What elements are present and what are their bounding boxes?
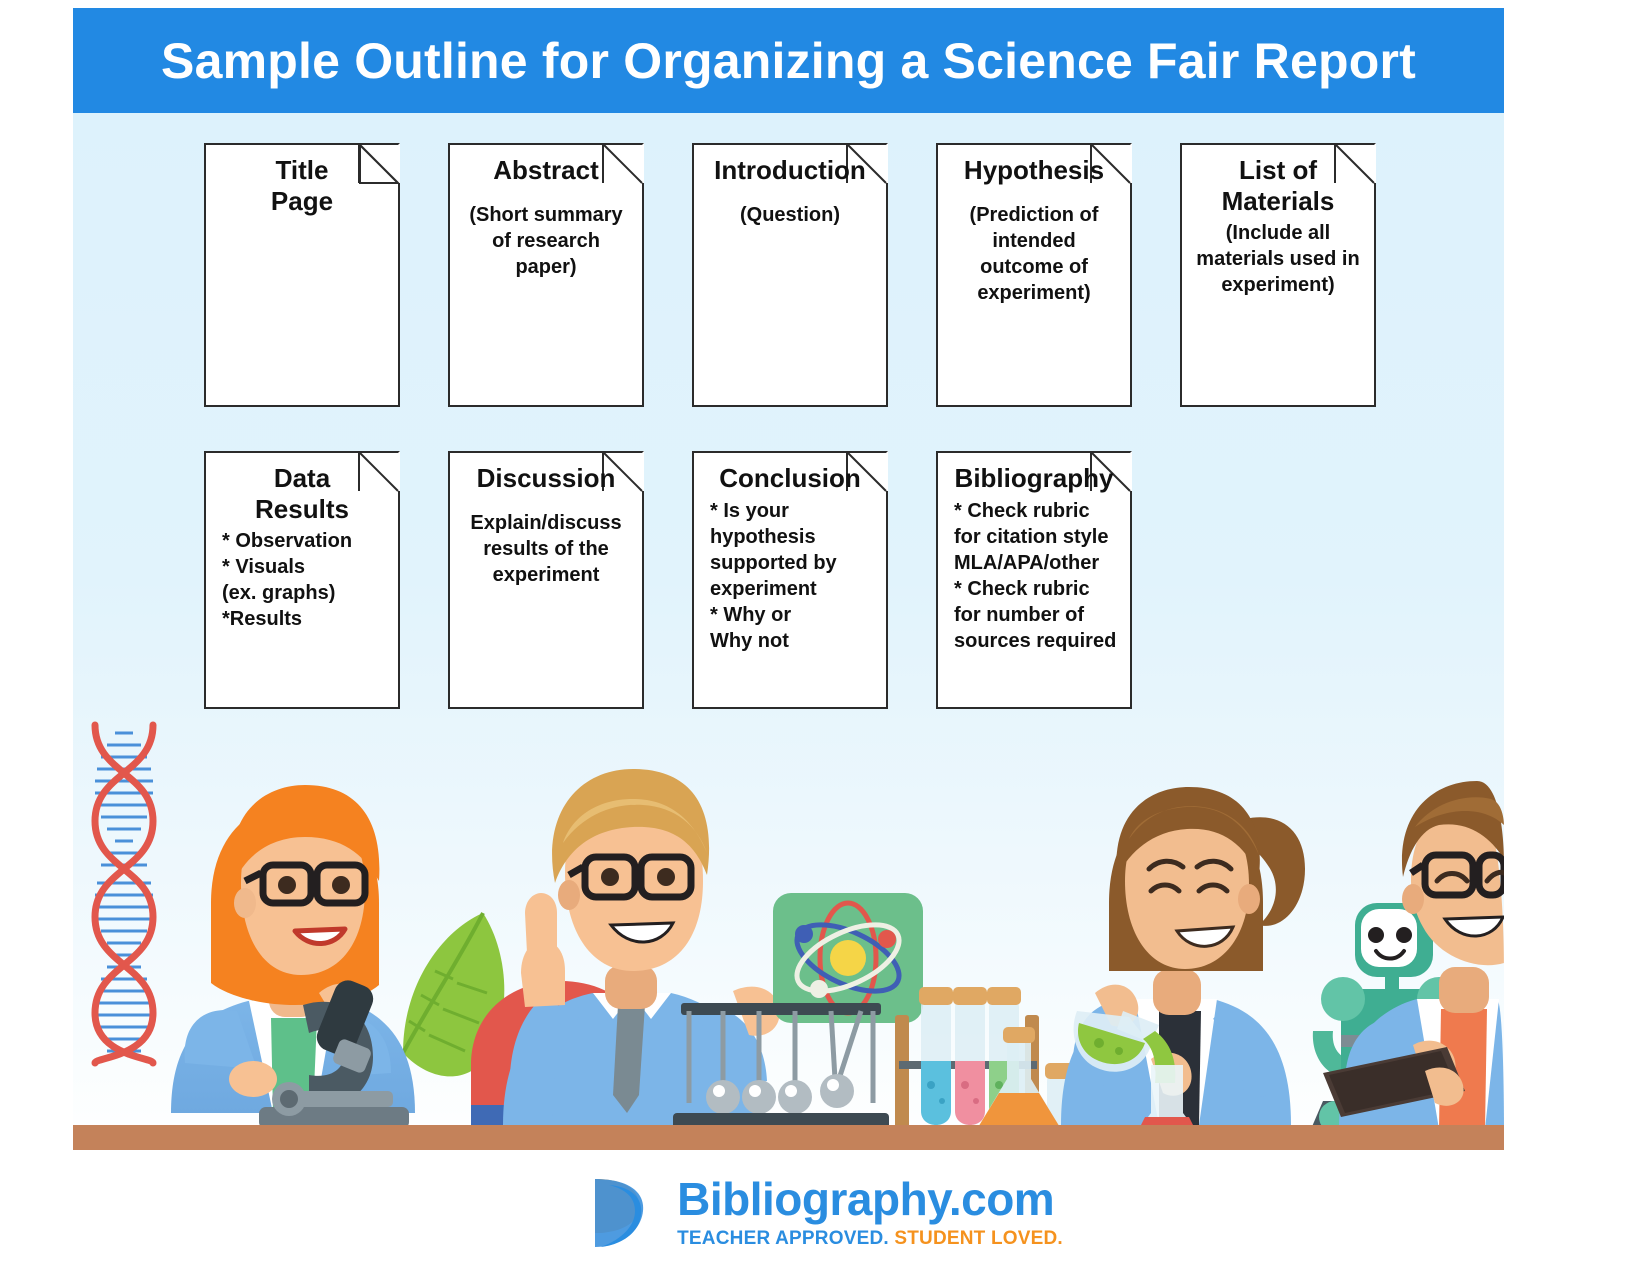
card-title: Conclusion (719, 463, 861, 493)
card-body: Explain/discuss results of the experimen… (470, 511, 622, 586)
outline-card-title-page: Title Page (204, 143, 400, 407)
card-body: (Short summary of research paper) (469, 203, 623, 278)
outline-card-data-results: Data Results * Observation * Visuals (ex… (204, 451, 400, 709)
outline-card-list-of-materials: List of Materials (Include all materials… (1180, 143, 1376, 407)
card-title: Abstract (493, 155, 599, 185)
lab-desk (73, 1125, 1504, 1150)
card-body: (Prediction of intended outcome of exper… (969, 203, 1099, 304)
card-title: Discussion (476, 463, 616, 493)
outline-card-introduction: Introduction (Question) (692, 143, 888, 407)
outline-card-conclusion: Conclusion * Is your hypothesis supporte… (692, 451, 888, 709)
card-title: Title Page (270, 155, 334, 216)
girl-scientist-pouring (1061, 787, 1305, 1129)
outline-card-hypothesis: Hypothesis (Prediction of intended outco… (936, 143, 1132, 407)
boy-scientist-atom-card (503, 769, 923, 1125)
card-body: (Include all materials used in experimen… (1196, 222, 1360, 297)
card-body: * Is your hypothesis supported by experi… (710, 499, 837, 652)
tagline-student-loved: STUDENT LOVED. (894, 1227, 1063, 1249)
outline-card-discussion: Discussion Explain/discuss results of th… (448, 451, 644, 709)
footer: Bibliography.com TEACHER APPROVED. STUDE… (0, 1150, 1650, 1275)
header-bar: Sample Outline for Organizing a Science … (73, 8, 1504, 113)
outline-card-bibliography: Bibliography * Check rubric for citation… (936, 451, 1132, 709)
card-title: Introduction (714, 155, 866, 185)
card-body: * Check rubric for citation style MLA/AP… (954, 499, 1117, 652)
site-logo[interactable]: Bibliography.com TEACHER APPROVED. STUDE… (587, 1173, 1063, 1253)
logo-wordmark: Bibliography.com (677, 1172, 1055, 1225)
card-body: (Question) (740, 203, 840, 226)
page-title: Sample Outline for Organizing a Science … (161, 32, 1416, 89)
infographic-canvas: Sample Outline for Organizing a Science … (0, 0, 1650, 1275)
card-title: Bibliography (954, 463, 1114, 493)
content-panel: Title Page Abstract (Short summary of re… (73, 113, 1504, 1150)
dna-helix-icon (91, 721, 157, 1067)
card-body: * Observation * Visuals (ex. graphs) *Re… (222, 530, 353, 631)
logo-tagline: TEACHER APPROVED. STUDENT LOVED. (677, 1228, 1063, 1250)
tagline-teacher-approved: TEACHER APPROVED. (677, 1227, 889, 1249)
card-title: Hypothesis (963, 155, 1105, 185)
card-title: Data Results (255, 463, 349, 524)
card-title: List of Materials (1221, 155, 1335, 216)
bibliography-b-logo-icon (595, 1178, 644, 1247)
girl-scientist-microscope (171, 785, 415, 1129)
outline-card-abstract: Abstract (Short summary of research pape… (448, 143, 644, 407)
